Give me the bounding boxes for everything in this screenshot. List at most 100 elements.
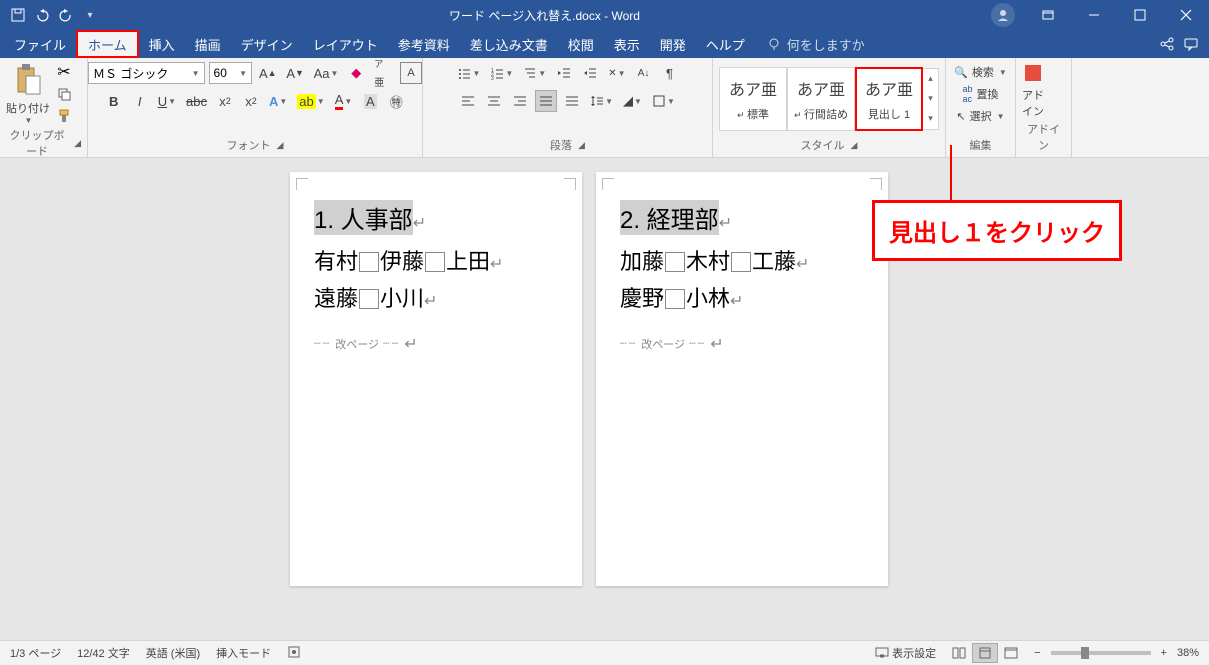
align-center-button[interactable] — [483, 90, 505, 112]
qat-customize-icon[interactable]: ▾ — [82, 7, 98, 23]
tab-draw[interactable]: 描画 — [185, 30, 231, 58]
style-normal[interactable]: あア亜 ↵ 標準 — [719, 67, 787, 131]
styles-gallery-more[interactable]: ▴ ▾ ▾ — [923, 68, 939, 130]
zoom-out-button[interactable]: − — [1034, 647, 1040, 659]
align-right-button[interactable] — [509, 90, 531, 112]
addin-button[interactable]: アド イン — [1022, 63, 1044, 119]
italic-button[interactable]: I — [129, 90, 151, 112]
page1-heading[interactable]: 1. 人事部 — [314, 200, 413, 235]
zoom-value[interactable]: 38% — [1177, 647, 1199, 659]
comments-icon[interactable] — [1183, 36, 1199, 52]
clear-format-button[interactable]: ◆ — [345, 62, 367, 84]
text-effects-button[interactable]: A▼ — [266, 90, 290, 112]
format-painter-button[interactable] — [54, 107, 74, 125]
font-size-select[interactable]: 60▼ — [209, 62, 253, 84]
align-left-button[interactable] — [457, 90, 479, 112]
cut-button[interactable]: ✂ — [54, 63, 74, 81]
replace-button[interactable]: abac置換 — [962, 84, 998, 104]
group-styles: あア亜 ↵ 標準 あア亜 ↵ 行間詰め あア亜 見出し 1 ▴ ▾ ▾ スタイル… — [713, 58, 946, 157]
view-read-button[interactable] — [946, 643, 972, 663]
line-spacing-button[interactable]: ▼ — [587, 90, 616, 112]
zoom-in-button[interactable]: + — [1161, 647, 1167, 659]
font-color-button[interactable]: A▼ — [332, 90, 356, 112]
style-heading1[interactable]: あア亜 見出し 1 — [855, 67, 923, 131]
phonetic-button[interactable]: ア亜 — [371, 62, 396, 84]
view-web-button[interactable] — [998, 643, 1024, 663]
underline-button[interactable]: U▼ — [155, 90, 179, 112]
ribbon-options-icon[interactable] — [1025, 0, 1071, 30]
macro-icon[interactable] — [287, 645, 301, 661]
shading-button[interactable]: ◢▼ — [620, 90, 645, 112]
dialog-launcher-icon[interactable]: ◢ — [851, 140, 858, 151]
close-button[interactable] — [1163, 0, 1209, 30]
tab-file[interactable]: ファイル — [4, 30, 76, 58]
tab-developer[interactable]: 開発 — [650, 30, 696, 58]
maximize-button[interactable] — [1117, 0, 1163, 30]
superscript-button[interactable]: x2 — [240, 90, 262, 112]
shrink-font-button[interactable]: A▼ — [283, 62, 306, 84]
tab-help[interactable]: ヘルプ — [696, 30, 755, 58]
justify-button[interactable] — [535, 90, 557, 112]
enclose-char-button[interactable]: ㊕ — [385, 90, 407, 112]
grow-font-button[interactable]: A▲ — [256, 62, 279, 84]
tab-layout[interactable]: レイアウト — [303, 30, 388, 58]
tab-home[interactable]: ホーム — [76, 30, 139, 58]
page2-body[interactable]: 加藤木村工藤↵ 慶野小林↵ — [620, 243, 864, 318]
increase-indent-button[interactable] — [579, 62, 601, 84]
paragraph-group-label: 段落 — [550, 137, 572, 153]
tab-insert[interactable]: 挿入 — [139, 30, 185, 58]
tab-view[interactable]: 表示 — [604, 30, 650, 58]
dialog-launcher-icon[interactable]: ◢ — [578, 140, 585, 151]
tab-mailings[interactable]: 差し込み文書 — [460, 30, 558, 58]
scissors-icon: ✂ — [57, 62, 70, 82]
zoom-slider[interactable] — [1051, 651, 1151, 655]
status-mode[interactable]: 挿入モード — [216, 645, 271, 661]
zoom-thumb[interactable] — [1081, 647, 1089, 659]
status-lang[interactable]: 英語 (米国) — [146, 645, 200, 661]
tab-references[interactable]: 参考資料 — [388, 30, 460, 58]
user-avatar[interactable] — [991, 3, 1015, 27]
font-name-select[interactable]: ＭＳ ゴシック▼ — [88, 62, 205, 84]
subscript-button[interactable]: x2 — [214, 90, 236, 112]
sort-button[interactable]: A↓ — [633, 62, 655, 84]
style-nospace[interactable]: あア亜 ↵ 行間詰め — [787, 67, 855, 131]
char-shading-button[interactable]: A — [359, 90, 381, 112]
find-button[interactable]: 🔍検索▼ — [954, 62, 1007, 82]
borders-button[interactable]: ▼ — [649, 90, 678, 112]
tab-review[interactable]: 校閲 — [558, 30, 604, 58]
status-page[interactable]: 1/3 ページ — [10, 645, 61, 661]
status-words[interactable]: 12/42 文字 — [77, 645, 130, 661]
tab-design[interactable]: デザイン — [231, 30, 303, 58]
select-button[interactable]: ↖選択▼ — [956, 106, 1004, 126]
copy-button[interactable] — [54, 85, 74, 103]
display-settings[interactable]: 表示設定 — [875, 645, 936, 661]
dialog-launcher-icon[interactable]: ◢ — [277, 140, 284, 151]
bullets-button[interactable]: ▼ — [454, 62, 483, 84]
bold-button[interactable]: B — [103, 90, 125, 112]
tell-me-search[interactable]: 何をしますか — [767, 35, 865, 54]
redo-icon[interactable] — [58, 7, 74, 23]
decrease-indent-button[interactable] — [553, 62, 575, 84]
distribute-button[interactable] — [561, 90, 583, 112]
numbering-button[interactable]: 123▼ — [487, 62, 516, 84]
share-icon[interactable] — [1159, 36, 1175, 52]
char-border-button[interactable]: A — [400, 62, 422, 84]
page1-body[interactable]: 有村伊藤上田↵ 遠藤小川↵ — [314, 243, 558, 318]
asian-layout-button[interactable]: ✕▼ — [605, 62, 628, 84]
minimize-button[interactable] — [1071, 0, 1117, 30]
show-marks-button[interactable]: ¶ — [659, 62, 681, 84]
space-mark-icon — [665, 289, 685, 309]
undo-icon[interactable] — [34, 7, 50, 23]
paste-button[interactable]: 貼り付け ▼ — [6, 62, 50, 125]
highlight-button[interactable]: ab▼ — [294, 90, 327, 112]
page-2[interactable]: 2. 経理部↵ 加藤木村工藤↵ 慶野小林↵ ┄┄改ページ┄┄↵ — [596, 172, 888, 586]
dialog-launcher-icon[interactable]: ◢ — [74, 138, 81, 149]
page-1[interactable]: 1. 人事部↵ 有村伊藤上田↵ 遠藤小川↵ ┄┄改ページ┄┄↵ — [290, 172, 582, 586]
text: 慶野 — [620, 286, 664, 311]
strike-button[interactable]: abc — [183, 90, 210, 112]
page2-heading[interactable]: 2. 経理部 — [620, 200, 719, 235]
autosave-icon[interactable] — [10, 7, 26, 23]
view-print-button[interactable] — [972, 643, 998, 663]
change-case-button[interactable]: Aa▼ — [311, 62, 341, 84]
multilevel-button[interactable]: ▼ — [520, 62, 549, 84]
